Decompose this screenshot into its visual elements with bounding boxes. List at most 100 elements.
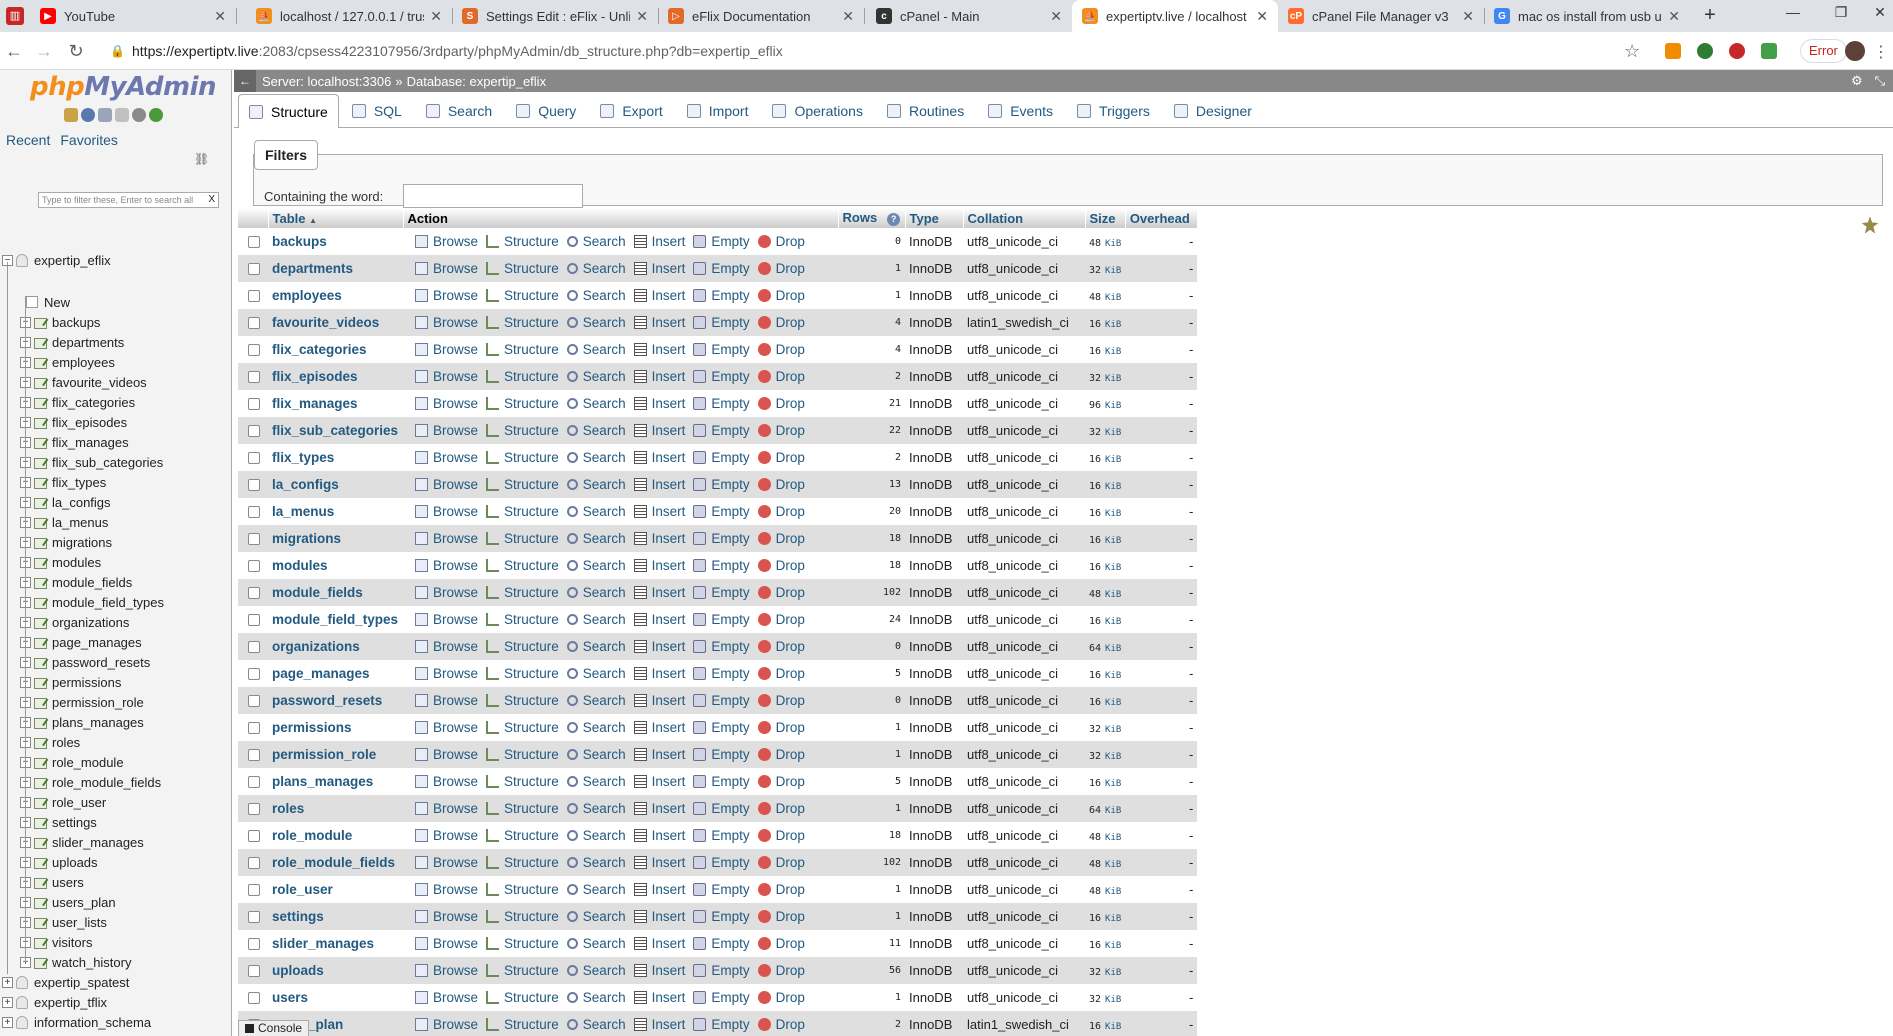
row-checkbox[interactable] <box>248 694 260 707</box>
drop-action-button[interactable]: Drop <box>757 639 805 654</box>
table-name-link[interactable]: organizations <box>272 639 360 654</box>
tree-table-item[interactable]: +flix_categories <box>20 392 135 412</box>
structure-action-button[interactable]: Structure <box>486 477 559 492</box>
drop-action-button[interactable]: Drop <box>757 504 805 519</box>
tree-table-item[interactable]: +flix_manages <box>20 432 129 452</box>
expand-icon[interactable]: + <box>2 976 13 988</box>
row-checkbox[interactable] <box>248 640 260 653</box>
structure-action-button[interactable]: Structure <box>486 585 559 600</box>
browse-action-button[interactable]: Browse <box>415 693 478 708</box>
tab-sql[interactable]: SQL <box>341 94 413 127</box>
tree-table-item[interactable]: +backups <box>20 312 100 332</box>
tab-close-icon[interactable]: ✕ <box>1462 8 1474 25</box>
drop-action-button[interactable]: Drop <box>757 774 805 789</box>
expand-icon[interactable]: + <box>2 996 13 1008</box>
tab-events[interactable]: Events <box>977 94 1064 127</box>
search-action-button[interactable]: Search <box>566 261 626 276</box>
row-checkbox[interactable] <box>248 748 260 761</box>
insert-action-button[interactable]: Insert <box>633 693 685 708</box>
drop-action-button[interactable]: Drop <box>757 261 805 276</box>
structure-action-button[interactable]: Structure <box>486 639 559 654</box>
tree-table-item[interactable]: +roles <box>20 732 80 752</box>
tab-search-icon[interactable]: ▥ <box>6 7 24 25</box>
tab-export[interactable]: Export <box>589 94 673 127</box>
tree-table-item[interactable]: +employees <box>20 352 115 372</box>
drop-action-button[interactable]: Drop <box>757 288 805 303</box>
size-unit[interactable]: KiB <box>1105 266 1121 276</box>
table-name-link[interactable]: plans_manages <box>272 774 373 789</box>
browse-action-button[interactable]: Browse <box>415 531 478 546</box>
tree-table-item[interactable]: +permissions <box>20 672 121 692</box>
tab-routines[interactable]: Routines <box>876 94 975 127</box>
close-window-icon[interactable]: ✕ <box>1860 4 1893 21</box>
size-unit[interactable]: KiB <box>1105 1022 1121 1032</box>
table-name-link[interactable]: settings <box>272 909 324 924</box>
table-name-link[interactable]: flix_episodes <box>272 369 358 384</box>
empty-action-button[interactable]: Empty <box>693 342 750 357</box>
browse-action-button[interactable]: Browse <box>415 369 478 384</box>
structure-action-button[interactable]: Structure <box>486 936 559 951</box>
row-checkbox[interactable] <box>248 289 260 302</box>
drop-action-button[interactable]: Drop <box>757 450 805 465</box>
tree-table-item[interactable]: +visitors <box>20 932 92 952</box>
tab-import[interactable]: Import <box>676 94 760 127</box>
row-checkbox[interactable] <box>248 451 260 464</box>
empty-action-button[interactable]: Empty <box>693 234 750 249</box>
collation-value[interactable]: utf8_unicode_ci <box>963 390 1085 417</box>
search-action-button[interactable]: Search <box>566 720 626 735</box>
collation-value[interactable]: utf8_unicode_ci <box>963 930 1085 957</box>
browser-tab[interactable]: ▶ YouTube ✕ <box>30 0 236 32</box>
browse-action-button[interactable]: Browse <box>415 774 478 789</box>
empty-action-button[interactable]: Empty <box>693 639 750 654</box>
rows-column-header[interactable]: Rows? <box>838 208 906 228</box>
size-unit[interactable]: KiB <box>1105 887 1121 897</box>
drop-action-button[interactable]: Drop <box>757 342 805 357</box>
browser-tab[interactable]: cP cPanel File Manager v3 ✕ <box>1278 0 1484 32</box>
browse-action-button[interactable]: Browse <box>415 666 478 681</box>
empty-action-button[interactable]: Empty <box>693 423 750 438</box>
collation-value[interactable]: utf8_unicode_ci <box>963 795 1085 822</box>
favorites-tab[interactable]: Favorites <box>60 132 118 148</box>
extension-cast-icon[interactable] <box>1761 43 1777 59</box>
empty-action-button[interactable]: Empty <box>693 612 750 627</box>
size-unit[interactable]: KiB <box>1105 671 1121 681</box>
search-action-button[interactable]: Search <box>566 234 626 249</box>
search-action-button[interactable]: Search <box>566 558 626 573</box>
collation-value[interactable]: utf8_unicode_ci <box>963 552 1085 579</box>
search-action-button[interactable]: Search <box>566 450 626 465</box>
structure-action-button[interactable]: Structure <box>486 666 559 681</box>
collation-value[interactable]: utf8_unicode_ci <box>963 849 1085 876</box>
drop-action-button[interactable]: Drop <box>757 882 805 897</box>
insert-action-button[interactable]: Insert <box>633 774 685 789</box>
empty-action-button[interactable]: Empty <box>693 585 750 600</box>
collation-value[interactable]: utf8_unicode_ci <box>963 660 1085 687</box>
browse-action-button[interactable]: Browse <box>415 315 478 330</box>
drop-action-button[interactable]: Drop <box>757 369 805 384</box>
empty-action-button[interactable]: Empty <box>693 828 750 843</box>
structure-action-button[interactable]: Structure <box>486 369 559 384</box>
table-name-link[interactable]: role_module_fields <box>272 855 395 870</box>
browse-action-button[interactable]: Browse <box>415 234 478 249</box>
insert-action-button[interactable]: Insert <box>633 369 685 384</box>
collation-value[interactable]: utf8_unicode_ci <box>963 768 1085 795</box>
console-toggle[interactable]: Console <box>238 1020 310 1036</box>
table-name-link[interactable]: role_user <box>272 882 333 897</box>
insert-action-button[interactable]: Insert <box>633 720 685 735</box>
insert-action-button[interactable]: Insert <box>633 558 685 573</box>
structure-action-button[interactable]: Structure <box>486 693 559 708</box>
table-name-link[interactable]: slider_manages <box>272 936 374 951</box>
empty-action-button[interactable]: Empty <box>693 747 750 762</box>
back-arrow-icon[interactable]: ← <box>4 41 24 61</box>
row-checkbox[interactable] <box>248 613 260 626</box>
forward-arrow-icon[interactable]: → <box>34 41 54 61</box>
tab-query[interactable]: Query <box>505 94 587 127</box>
structure-action-button[interactable]: Structure <box>486 234 559 249</box>
insert-action-button[interactable]: Insert <box>633 828 685 843</box>
table-name-link[interactable]: permission_role <box>272 747 376 762</box>
structure-action-button[interactable]: Structure <box>486 342 559 357</box>
search-action-button[interactable]: Search <box>566 882 626 897</box>
size-unit[interactable]: KiB <box>1105 752 1121 762</box>
search-action-button[interactable]: Search <box>566 747 626 762</box>
row-checkbox[interactable] <box>248 802 260 815</box>
search-action-button[interactable]: Search <box>566 315 626 330</box>
